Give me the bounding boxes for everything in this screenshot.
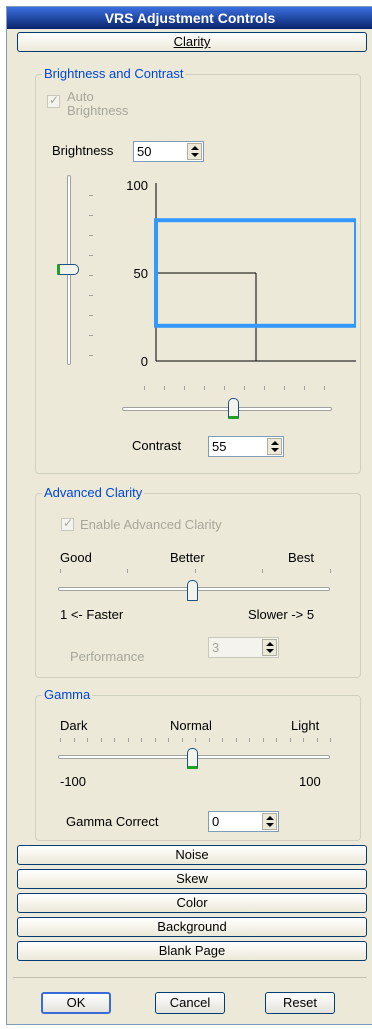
gamma-correct-spinner[interactable]: 0 [208, 811, 279, 832]
cancel-button[interactable]: Cancel [155, 992, 225, 1014]
gamma-tick [181, 738, 183, 742]
gamma-tick [100, 738, 102, 742]
gamma-correct-label: Gamma Correct [66, 814, 159, 829]
contrast-slider-track[interactable] [122, 407, 332, 411]
color-section-button[interactable]: Color [17, 893, 367, 913]
gamma-tick [222, 738, 223, 742]
gamma-tick [249, 738, 250, 742]
gamma-tick [195, 738, 196, 742]
noise-label: Noise [175, 847, 209, 862]
gamma-tick [330, 738, 331, 742]
background-section-button[interactable]: Background [17, 917, 367, 937]
performance-spinner[interactable]: 3 [208, 637, 279, 658]
gamma-tick [262, 738, 264, 742]
clarity-slider-thumb[interactable] [187, 580, 198, 601]
advanced-clarity-legend: Advanced Clarity [42, 485, 145, 500]
gamma-tick [316, 738, 318, 742]
gamma-tick [73, 738, 75, 742]
gamma-tick [235, 738, 237, 742]
brightness-spinner[interactable]: 50 [133, 141, 204, 162]
performance-spin-arrows[interactable] [262, 639, 277, 656]
gamma-tick [154, 738, 156, 742]
blank-page-label: Blank Page [158, 943, 226, 958]
window-title: VRS Adjustment Controls [7, 7, 372, 29]
good-label: Good [60, 550, 92, 565]
brightness-label: Brightness [52, 143, 113, 158]
cancel-label: Cancel [169, 995, 211, 1010]
brightness-contrast-group: Brightness and Contrast Auto Brightness … [35, 66, 361, 474]
brightness-contrast-legend: Brightness and Contrast [42, 66, 186, 81]
brightness-slider-thumb[interactable] [57, 264, 79, 275]
auto-brightness-label: Auto Brightness [67, 90, 128, 118]
graph-y-tick-label: 50 [134, 266, 148, 281]
auto-label-line1: Auto [67, 89, 94, 104]
contrast-spin-arrows[interactable] [267, 438, 282, 455]
gamma-tick [208, 738, 210, 742]
advanced-clarity-group: Advanced Clarity Enable Advanced Clarity… [35, 485, 361, 678]
auto-brightness-checkbox[interactable] [47, 93, 60, 108]
performance-label: Performance [70, 649, 145, 664]
background-label: Background [157, 919, 227, 934]
enable-advanced-clarity-label: Enable Advanced Clarity [80, 517, 222, 532]
gamma-tick [168, 738, 169, 742]
contrast-label: Contrast [132, 438, 182, 453]
gamma-min-label: -100 [60, 774, 87, 789]
brightness-value: 50 [137, 144, 152, 159]
contrast-spinner[interactable]: 55 [208, 436, 284, 457]
graph-y-tick-label: 0 [141, 354, 148, 369]
performance-value: 3 [212, 640, 220, 655]
enable-advanced-clarity-checkbox[interactable] [61, 516, 74, 531]
better-label: Better [170, 550, 205, 565]
gamma-slider-ticks [60, 738, 331, 742]
contrast-slider-thumb[interactable] [228, 398, 239, 419]
gamma-tick [127, 738, 129, 742]
brightness-spin-arrows[interactable] [187, 143, 202, 160]
faster-label: 1 <- Faster [60, 607, 124, 622]
clarity-slider-ticks [60, 569, 331, 573]
contrast-slider-ticks [144, 386, 334, 390]
skew-section-button[interactable]: Skew [17, 869, 367, 889]
gamma-tick [141, 738, 142, 742]
gamma-tick [276, 738, 277, 742]
reset-button[interactable]: Reset [265, 992, 335, 1014]
ok-button[interactable]: OK [41, 992, 111, 1014]
vrs-panel: VRS Adjustment Controls Clarity Brightne… [6, 6, 372, 1025]
gamma-spin-arrows[interactable] [262, 813, 277, 830]
clarity-section-button[interactable]: Clarity [17, 32, 367, 52]
normal-label: Normal [170, 718, 212, 733]
brightness-label-text: Brightness [52, 143, 114, 158]
gamma-tick [60, 738, 61, 742]
light-label: Light [291, 718, 320, 733]
dark-label: Dark [60, 718, 88, 733]
graph-y-tick-label: 100 [126, 178, 148, 193]
clarity-label: Clarity [173, 34, 211, 49]
brightness-slider-ticks [89, 195, 93, 356]
gamma-tick [303, 738, 304, 742]
gamma-max-label: 100 [299, 774, 321, 789]
noise-section-button[interactable]: Noise [17, 845, 367, 865]
contrast-value: 55 [212, 439, 227, 454]
gamma-group: Gamma Dark Normal Light -100 100 Gamma C… [35, 687, 361, 841]
blank-page-section-button[interactable]: Blank Page [17, 941, 367, 961]
gamma-correct-value: 0 [212, 814, 220, 829]
brightness-contrast-graph: 100500050100 [126, 178, 356, 369]
gamma-slider-thumb[interactable] [187, 748, 198, 769]
gamma-tick [87, 738, 88, 742]
ok-label: OK [66, 995, 86, 1010]
gamma-legend: Gamma [42, 687, 93, 702]
reset-label: Reset [283, 995, 317, 1010]
gamma-tick [114, 738, 115, 742]
button-bar: OK Cancel Reset [13, 977, 367, 1021]
slower-label: Slower -> 5 [248, 607, 315, 622]
color-label: Color [176, 895, 208, 910]
gamma-tick [289, 738, 291, 742]
auto-label-line2: Brightness [67, 103, 129, 118]
best-label: Best [288, 550, 315, 565]
skew-label: Skew [176, 871, 208, 886]
